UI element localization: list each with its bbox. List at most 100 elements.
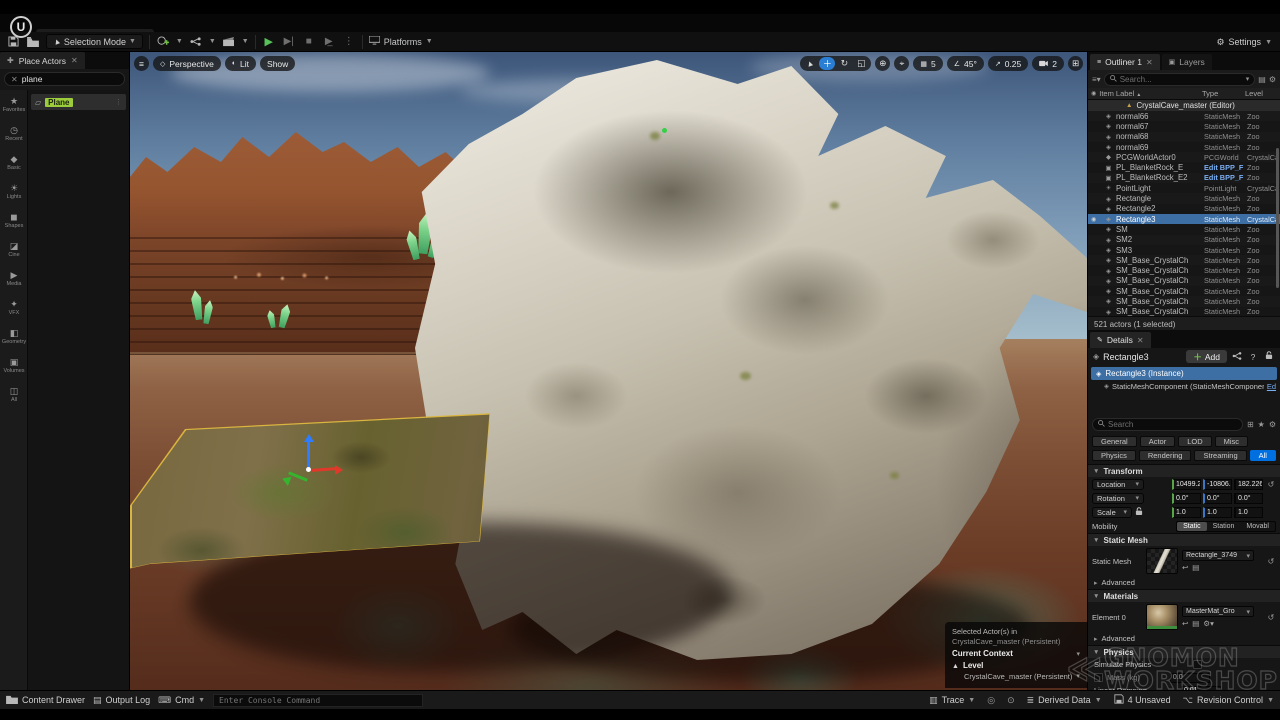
rotation-snap-control[interactable]: ∠ 45° bbox=[947, 56, 984, 71]
browse-to-asset-icon[interactable]: ▤ bbox=[1192, 619, 1199, 628]
component-row[interactable]: ◈ StaticMeshComponent (StaticMeshCompone… bbox=[1088, 380, 1280, 392]
launch-button[interactable]: ▶̲ bbox=[322, 35, 336, 49]
display-options-icon[interactable]: ⊞ bbox=[1247, 420, 1254, 429]
table-row[interactable]: ◉ ◈ SM3 StaticMesh Zoo bbox=[1088, 245, 1280, 255]
advanced-expander[interactable]: ▸ Advanced bbox=[1088, 576, 1280, 589]
column-type[interactable]: Type bbox=[1202, 89, 1242, 98]
mass-override-checkbox[interactable] bbox=[1094, 673, 1103, 682]
lock-icon[interactable] bbox=[1263, 351, 1275, 362]
camera-speed-control[interactable]: 2 bbox=[1032, 56, 1064, 71]
create-folder-icon[interactable]: ▤ bbox=[1258, 75, 1266, 84]
settings-dropdown[interactable]: ⚙ Settings ▼ bbox=[1216, 32, 1272, 52]
perspective-dropdown[interactable]: ◇ Perspective bbox=[153, 56, 221, 71]
use-selected-asset-icon[interactable]: ↩ bbox=[1182, 619, 1188, 628]
derived-data-dropdown[interactable]: ≣ Derived Data ▼ bbox=[1027, 695, 1102, 706]
add-component-button[interactable]: ＋ Add bbox=[1186, 350, 1227, 363]
clear-search-icon[interactable]: ✕ bbox=[11, 75, 18, 84]
place-actors-search[interactable]: ✕ bbox=[4, 72, 125, 86]
filter-chip[interactable]: Streaming bbox=[1194, 450, 1246, 461]
material-options-icon[interactable]: ⚙▾ bbox=[1203, 619, 1214, 628]
reset-to-default-icon[interactable]: ↺ bbox=[1266, 613, 1276, 622]
chevron-down-icon[interactable]: ▼ bbox=[176, 38, 183, 45]
convert-actor-icon[interactable] bbox=[1231, 352, 1243, 362]
static-mesh-thumbnail[interactable] bbox=[1146, 548, 1178, 574]
mobility-option[interactable]: Static bbox=[1177, 522, 1207, 531]
table-row[interactable]: ◉ ◈ SM_Base_CrystalCh StaticMesh Zoo bbox=[1088, 255, 1280, 265]
tab-details[interactable]: ✎ Details ✕ bbox=[1090, 332, 1151, 348]
unreal-engine-logo-icon[interactable]: U bbox=[10, 16, 32, 38]
move-tool[interactable]: ＋ bbox=[819, 57, 835, 70]
instance-row[interactable]: ◈ Rectangle3 (Instance) bbox=[1091, 367, 1277, 380]
status-circle-icon[interactable]: ◎ bbox=[987, 695, 995, 706]
selection-mode-dropdown[interactable]: ▲ Selection Mode ▼ bbox=[46, 34, 143, 49]
trace-dropdown[interactable]: ▥ Trace ▼ bbox=[929, 695, 975, 706]
category-item[interactable]: ▣ Volumes bbox=[0, 351, 28, 380]
table-row[interactable]: ◉ ◈ SM_Base_CrystalCh StaticMesh Zoo bbox=[1088, 276, 1280, 286]
axis-value-field[interactable]: -10806.5 bbox=[1203, 479, 1232, 490]
content-browser-icon[interactable] bbox=[26, 35, 40, 49]
surface-snapping-button[interactable]: ⌖ bbox=[894, 56, 909, 71]
section-materials[interactable]: ▼ Materials bbox=[1088, 589, 1280, 602]
table-row[interactable]: ◉ ◈ SM2 StaticMesh Zoo bbox=[1088, 235, 1280, 245]
static-mesh-asset-dropdown[interactable]: Rectangle_3749 ▾ bbox=[1182, 550, 1254, 561]
mobility-option[interactable]: Station bbox=[1207, 522, 1241, 531]
material-thumbnail[interactable] bbox=[1146, 604, 1178, 630]
filter-chip[interactable]: Rendering bbox=[1139, 450, 1192, 461]
table-row[interactable]: ◉ ◈ normal68 StaticMesh Zoo bbox=[1088, 132, 1280, 142]
gizmo-x-axis[interactable] bbox=[312, 467, 336, 472]
scale-tool[interactable]: ◱ bbox=[853, 57, 869, 70]
column-item-label[interactable]: Item Label ▲ bbox=[1099, 89, 1199, 98]
category-item[interactable]: ✦ VFX bbox=[0, 293, 28, 322]
section-static-mesh[interactable]: ▼ Static Mesh bbox=[1088, 533, 1280, 546]
mobility-option[interactable]: Movabl bbox=[1240, 522, 1275, 531]
browse-to-asset-icon[interactable]: ▤ bbox=[1192, 563, 1199, 572]
category-item[interactable]: ▶ Media bbox=[0, 264, 28, 293]
chevron-down-icon[interactable]: ▼ bbox=[209, 38, 216, 45]
axis-value-field[interactable]: 10499.2 bbox=[1172, 479, 1201, 490]
visibility-column-icon[interactable]: ◉ bbox=[1091, 90, 1096, 97]
edit-blueprint-link[interactable]: Ed bbox=[1267, 382, 1276, 391]
material-asset-dropdown[interactable]: MasterMat_Gro ▾ bbox=[1182, 606, 1254, 617]
category-item[interactable]: ☀ Lights bbox=[0, 177, 28, 206]
table-row[interactable]: ◉ ◈ SM StaticMesh Zoo bbox=[1088, 224, 1280, 234]
advanced-expander[interactable]: ▸ Advanced bbox=[1088, 632, 1280, 645]
table-row[interactable]: ◉ ◈ normal66 StaticMesh Zoo bbox=[1088, 111, 1280, 121]
show-flags-dropdown[interactable]: Show bbox=[260, 56, 295, 71]
play-button[interactable]: ▶ bbox=[262, 35, 276, 49]
help-icon[interactable]: ? bbox=[1247, 352, 1259, 362]
drag-grip-icon[interactable]: ⋮ bbox=[115, 98, 122, 106]
rotation-dropdown[interactable]: Rotation ▾ bbox=[1092, 493, 1144, 504]
mass-value-field[interactable]: 0.0 bbox=[1170, 673, 1210, 683]
world-row[interactable]: ▲ CrystalCave_master (Editor) bbox=[1088, 100, 1280, 111]
category-item[interactable]: ◷ Recent bbox=[0, 119, 28, 148]
gizmo-origin[interactable] bbox=[306, 467, 311, 472]
output-log-button[interactable]: ▤ Output Log bbox=[93, 695, 150, 706]
chevron-down-icon[interactable]: ▾ bbox=[1246, 75, 1250, 83]
scale-lock-icon[interactable] bbox=[1135, 503, 1143, 521]
axis-value-field[interactable]: 1.0 bbox=[1172, 507, 1201, 518]
add-actor-icon[interactable] bbox=[156, 35, 170, 49]
section-transform[interactable]: ▼ Transform bbox=[1088, 464, 1280, 477]
close-icon[interactable]: ✕ bbox=[71, 56, 78, 65]
outliner-scrollbar[interactable] bbox=[1276, 148, 1279, 288]
console-command-input[interactable] bbox=[213, 694, 423, 707]
reset-to-default-icon[interactable]: ↺ bbox=[1266, 557, 1276, 566]
category-item[interactable]: ◫ All bbox=[0, 380, 28, 409]
level-viewport[interactable]: ≡ ◇ Perspective ◐ Lit Show ▲ ＋ ↻ ◱ ⊕ ⌖ bbox=[130, 52, 1087, 690]
search-input[interactable] bbox=[22, 74, 112, 84]
unsaved-button[interactable]: 4 Unsaved bbox=[1114, 694, 1171, 706]
filter-chip[interactable]: Misc bbox=[1215, 436, 1248, 447]
view-mode-dropdown[interactable]: ◐ Lit bbox=[225, 56, 256, 71]
table-row[interactable]: ◉ ▣ PL_BlanketRock_E Edit BPP_F Zoo bbox=[1088, 162, 1280, 172]
place-actor-result-plane[interactable]: ▱ Plane ⋮ bbox=[31, 94, 126, 110]
outliner-search[interactable]: Search... ▾ bbox=[1104, 73, 1256, 86]
simulate-physics-checkbox[interactable] bbox=[1193, 660, 1202, 669]
table-row[interactable]: ◉ ◈ normal69 StaticMesh Zoo bbox=[1088, 142, 1280, 152]
table-row[interactable]: ◉ ☀ PointLight PointLight CrystalCav bbox=[1088, 183, 1280, 193]
close-icon[interactable]: ✕ bbox=[1146, 58, 1153, 67]
reset-to-default-icon[interactable]: ↺ bbox=[1266, 480, 1276, 489]
axis-value-field[interactable]: 0.0° bbox=[1203, 493, 1232, 504]
chevron-down-icon[interactable]: ▾ bbox=[1076, 650, 1080, 659]
content-drawer-button[interactable]: Content Drawer bbox=[6, 694, 85, 706]
filter-chip[interactable]: All bbox=[1250, 450, 1276, 461]
